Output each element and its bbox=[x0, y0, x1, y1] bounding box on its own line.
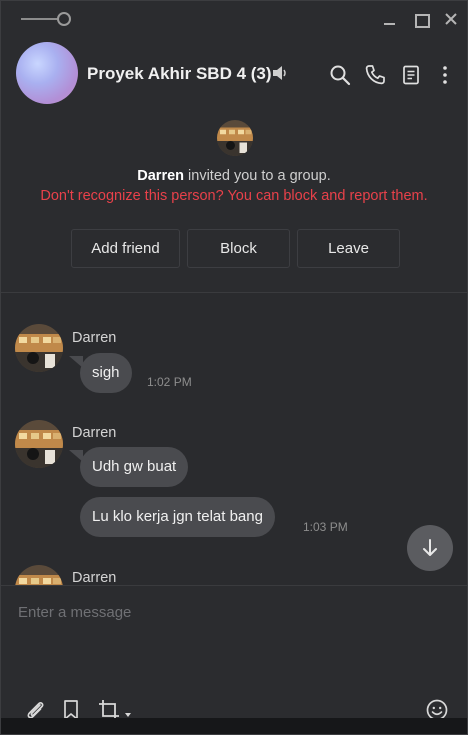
group-invite-notice: Darren invited you to a group. Don't rec… bbox=[1, 113, 467, 293]
message-list[interactable]: Darren sigh 1:02 PM Darren Udh gw buat L… bbox=[1, 293, 467, 585]
message-composer bbox=[1, 585, 467, 734]
minimize-icon[interactable] bbox=[382, 11, 398, 27]
sender-name: Darren bbox=[72, 570, 117, 585]
window-bottom-edge bbox=[1, 718, 467, 734]
invite-message: Darren invited you to a group. bbox=[1, 168, 467, 184]
message-bubble[interactable]: sigh bbox=[80, 353, 132, 393]
invite-text: invited you to a group. bbox=[188, 168, 331, 184]
add-friend-button[interactable]: Add friend bbox=[71, 229, 180, 268]
inviter-name[interactable]: Darren bbox=[137, 168, 184, 184]
sender-avatar[interactable] bbox=[15, 324, 63, 372]
group-avatar[interactable] bbox=[16, 42, 78, 104]
leave-button[interactable]: Leave bbox=[297, 229, 400, 268]
chat-window: Proyek Akhir SBD 4 (3) Darren invited yo… bbox=[0, 0, 468, 735]
arrow-down-icon bbox=[423, 539, 437, 556]
search-icon[interactable] bbox=[329, 64, 351, 86]
inviter-avatar[interactable] bbox=[217, 120, 253, 156]
sender-name: Darren bbox=[72, 330, 117, 346]
maximize-icon[interactable] bbox=[413, 11, 430, 28]
block-button[interactable]: Block bbox=[187, 229, 290, 268]
message-bubble[interactable]: Udh gw buat bbox=[80, 447, 189, 487]
message-time: 1:03 PM bbox=[303, 520, 348, 534]
sender-name: Darren bbox=[72, 425, 117, 441]
invite-warning: Don't recognize this person? You can blo… bbox=[40, 188, 428, 204]
opacity-slider-handle[interactable] bbox=[57, 12, 71, 26]
chevron-down-icon[interactable] bbox=[124, 706, 132, 717]
more-vertical-icon[interactable] bbox=[434, 64, 456, 86]
scroll-to-bottom-button[interactable] bbox=[407, 525, 453, 571]
opacity-slider-track[interactable] bbox=[21, 18, 61, 20]
title-bar bbox=[1, 1, 467, 37]
sender-avatar[interactable] bbox=[15, 565, 63, 585]
chat-header: Proyek Akhir SBD 4 (3) bbox=[1, 37, 467, 113]
message-time: 1:02 PM bbox=[147, 375, 192, 389]
message-input[interactable] bbox=[18, 600, 448, 624]
sender-avatar[interactable] bbox=[15, 420, 63, 468]
notes-icon[interactable] bbox=[400, 64, 422, 86]
group-name[interactable]: Proyek Akhir SBD 4 (3) bbox=[87, 64, 272, 84]
phone-icon[interactable] bbox=[364, 64, 386, 86]
close-icon[interactable] bbox=[443, 11, 459, 27]
message-bubble[interactable]: Lu klo kerja jgn telat bang bbox=[80, 497, 275, 537]
mute-speaker-icon bbox=[271, 65, 289, 86]
